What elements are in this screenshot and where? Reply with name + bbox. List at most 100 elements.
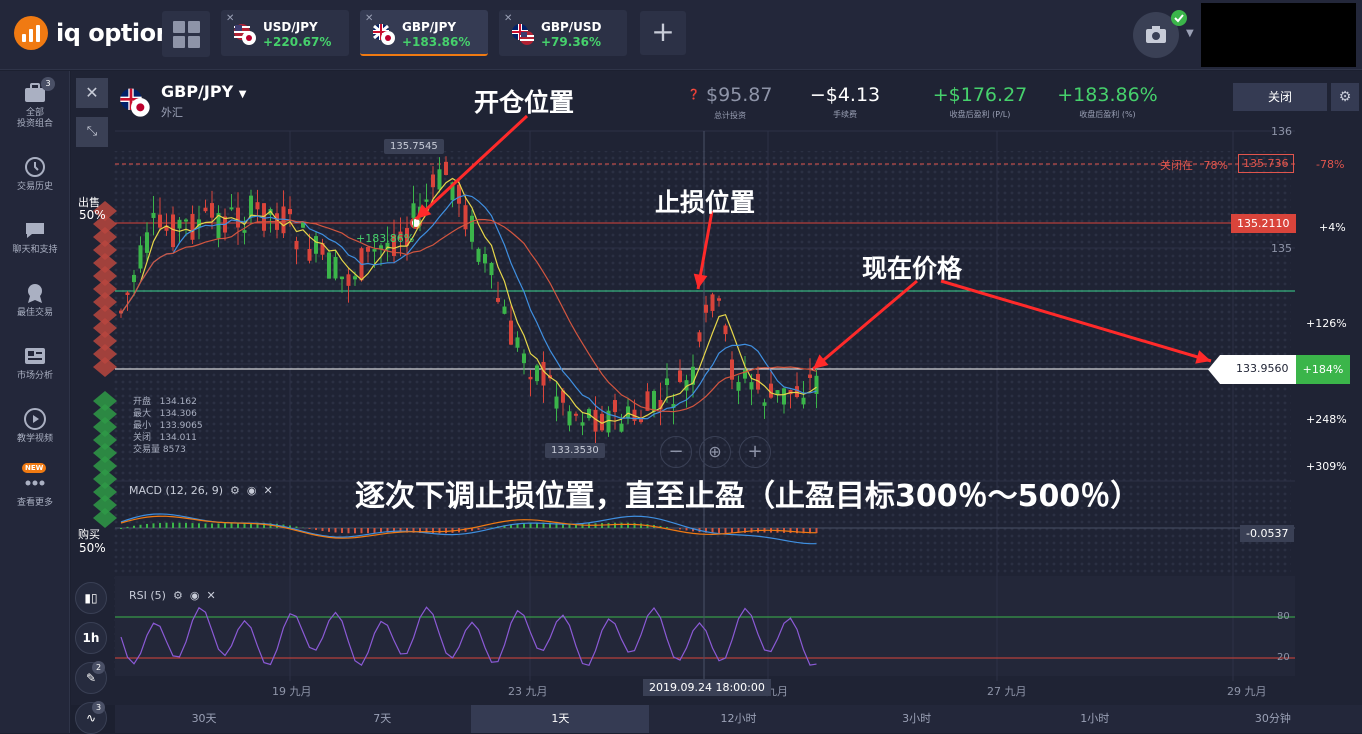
- chevron-down-icon[interactable]: ▼: [1186, 28, 1194, 39]
- buy-pct: 50%: [79, 541, 106, 555]
- candle-body: [236, 208, 240, 228]
- gear-icon[interactable]: ⚙: [230, 484, 240, 497]
- sidebar-item-market-analysis[interactable]: 市场分析: [0, 344, 70, 382]
- timeframe-30m[interactable]: 30分钟: [1184, 705, 1362, 733]
- candle-body: [678, 370, 682, 382]
- tab-profit: +79.36%: [541, 35, 601, 49]
- macd-bar: [192, 523, 194, 528]
- sidebar-item-portfolio[interactable]: 3 全部 投资组合: [0, 81, 70, 130]
- timeframe-bar: 30天 7天 1天 12小时 3小时 1小时 30分钟: [115, 705, 1362, 733]
- macd-bar: [634, 523, 636, 528]
- sidebar-item-label: 聊天和支持: [0, 245, 70, 256]
- macd-bar: [328, 528, 330, 532]
- candle-body: [522, 354, 526, 364]
- close-icon[interactable]: ✕: [264, 484, 273, 497]
- sidebar-item-label: 交易历史: [0, 182, 70, 193]
- macd-bar: [341, 528, 343, 533]
- candle-body: [737, 382, 741, 391]
- close-position-button[interactable]: 关闭: [1233, 83, 1327, 111]
- rsi-header: RSI (5) ⚙ ◉ ✕: [129, 589, 216, 602]
- macd-header: MACD (12, 26, 9) ⚙ ◉ ✕: [129, 484, 273, 497]
- crosshair-icon[interactable]: ⊕: [699, 436, 731, 468]
- candle-body: [568, 411, 572, 425]
- chart-type-button[interactable]: ▮▯: [75, 582, 107, 614]
- candle-body: [438, 169, 442, 189]
- time-cursor-label: 2019.09.24 18:00:00: [643, 679, 771, 696]
- candle-body: [808, 375, 812, 378]
- candle-body: [516, 337, 520, 347]
- tab-usd-jpy[interactable]: ✕ USD/JPY +220.67%: [221, 10, 349, 56]
- timeframe-12h[interactable]: 12小时: [649, 705, 827, 733]
- interval-button[interactable]: 1h: [75, 622, 107, 654]
- sidebar-item-chat[interactable]: 聊天和支持: [0, 218, 70, 256]
- eye-icon[interactable]: ◉: [247, 484, 257, 497]
- candle-body: [529, 377, 533, 379]
- asset-grid-button[interactable]: [162, 11, 210, 57]
- buy-label: 购买: [78, 526, 100, 542]
- macd-bar: [666, 527, 668, 528]
- zoom-in-button[interactable]: +: [739, 436, 771, 468]
- gbp-jpy-flag-icon: [119, 86, 151, 118]
- candle-body: [366, 247, 370, 252]
- candle-body: [249, 196, 253, 217]
- high-price-label: 135.7545: [384, 139, 444, 154]
- help-icon[interactable]: ❓: [688, 90, 700, 101]
- macd-bar: [218, 523, 220, 528]
- sidebar-item-history[interactable]: 交易历史: [0, 155, 70, 193]
- collapse-button[interactable]: ⤡: [76, 117, 108, 147]
- macd-bar: [198, 523, 200, 528]
- timeframe-1d[interactable]: 1天: [471, 705, 649, 733]
- entry-profit-label: +183.86%: [356, 232, 414, 245]
- tab-gbp-usd[interactable]: ✕ GBP/USD +79.36%: [499, 10, 627, 56]
- macd-bar: [614, 523, 616, 528]
- macd-bar: [621, 523, 623, 528]
- price-tick: 136: [1271, 125, 1292, 138]
- candle-body: [613, 400, 617, 412]
- sidebar-item-best-trades[interactable]: 最佳交易: [0, 281, 70, 319]
- tab-profit: +220.67%: [263, 35, 331, 49]
- settings-gear-icon[interactable]: ⚙: [1331, 83, 1359, 111]
- medal-icon: [23, 281, 47, 305]
- logo[interactable]: iq option: [14, 16, 172, 50]
- check-icon: [1171, 10, 1187, 26]
- macd-bar: [166, 523, 168, 528]
- time-tick: 29 九月: [1227, 683, 1267, 699]
- stat-commission: −$4.13 手续费: [800, 84, 890, 120]
- zoom-out-button[interactable]: −: [660, 436, 692, 468]
- macd-bar: [127, 527, 129, 528]
- timeframe-30d[interactable]: 30天: [115, 705, 293, 733]
- account-panel: [1201, 3, 1356, 67]
- tab-gbp-jpy[interactable]: ✕ GBP/JPY +183.86%: [360, 10, 488, 56]
- gear-icon[interactable]: ⚙: [173, 589, 183, 602]
- usd-jpy-flag-icon: [233, 22, 257, 46]
- candle-body: [698, 332, 702, 341]
- close-at-price: 135.736: [1238, 154, 1294, 173]
- play-icon: [23, 407, 47, 431]
- macd-bar: [484, 528, 486, 529]
- sidebar-item-videos[interactable]: 教学视频: [0, 407, 70, 445]
- add-asset-button[interactable]: +: [640, 11, 686, 55]
- close-icon[interactable]: ✕: [206, 589, 215, 602]
- macd-bar: [231, 523, 233, 528]
- stop-loss-price: 135.2110: [1231, 214, 1296, 233]
- portfolio-badge: 3: [41, 77, 55, 91]
- asset-type: 外汇: [161, 104, 183, 120]
- newspaper-icon: [23, 344, 47, 368]
- eye-icon[interactable]: ◉: [190, 589, 200, 602]
- macd-bar: [185, 523, 187, 528]
- rsi-tick: 20: [1277, 652, 1290, 663]
- candle-body: [652, 391, 656, 412]
- macd-bar: [445, 528, 447, 533]
- sidebar-item-label: 市场分析: [0, 371, 70, 382]
- timeframe-1h[interactable]: 1小时: [1006, 705, 1184, 733]
- candle-body: [288, 209, 292, 214]
- timeframe-3h[interactable]: 3小时: [828, 705, 1006, 733]
- macd-bar: [205, 523, 207, 528]
- asset-name[interactable]: GBP/JPY ▼: [161, 82, 246, 101]
- tab-name: GBP/USD: [541, 20, 602, 34]
- sidebar-item-label: 全部 投资组合: [0, 108, 70, 130]
- candle-body: [139, 245, 143, 268]
- close-chart-button[interactable]: ✕: [76, 78, 108, 108]
- sidebar-item-more[interactable]: NEW 查看更多: [0, 471, 70, 509]
- timeframe-7d[interactable]: 7天: [293, 705, 471, 733]
